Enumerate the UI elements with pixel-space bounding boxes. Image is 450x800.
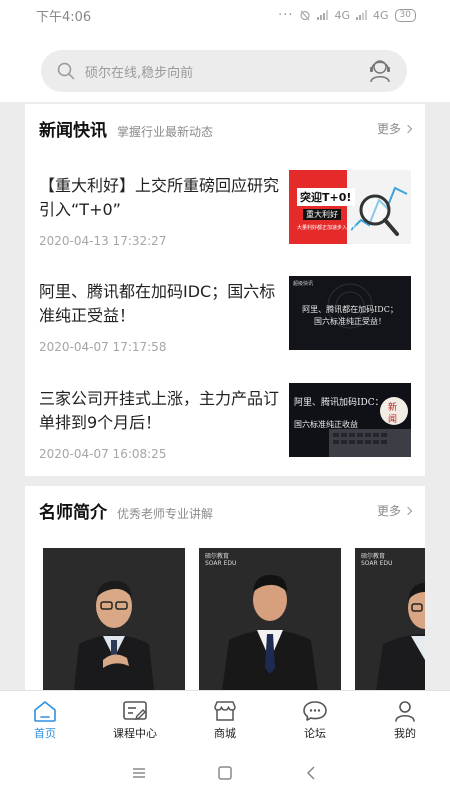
- chevron-right-icon: [403, 124, 413, 133]
- brand-logo-cn: 硕尔教育: [361, 553, 386, 560]
- teacher-subtitle: 优秀老师专业讲解: [117, 507, 214, 521]
- course-icon: [123, 701, 147, 721]
- nav-courses[interactable]: 课程中心: [90, 691, 180, 746]
- nav-label: 论坛: [304, 727, 326, 740]
- signal-icon-1: [317, 10, 329, 20]
- news-more-label: 更多: [376, 122, 401, 136]
- bottom-nav: 首页 课程中心 商城 论坛 我的: [0, 690, 450, 746]
- menu-icon[interactable]: [131, 766, 147, 780]
- thumb-text: 大量利好都正加速步入增长: [297, 225, 358, 231]
- thumb-text: 阿里、腾讯都在加码IDC；: [302, 305, 398, 314]
- chat-bubble-icon: [303, 701, 327, 721]
- status-icons: ··· 4G 4G 30: [278, 8, 416, 23]
- nav-label: 首页: [34, 727, 56, 740]
- news-item-title: 【重大利好】上交所重磅回应研究引入“T+0”: [39, 176, 280, 219]
- nav-profile[interactable]: 我的: [360, 691, 450, 746]
- news-subtitle: 掌握行业最新动态: [117, 125, 214, 139]
- news-item[interactable]: 阿里、腾讯都在加码IDC；国六标准纯正受益！ 2020-04-07 17:17:…: [39, 276, 411, 380]
- news-section: 新闻快讯 掌握行业最新动态 更多 【重大利好】上交所重磅回应研究引入“T+0” …: [25, 104, 425, 476]
- teacher-more-link[interactable]: 更多: [376, 502, 413, 519]
- user-icon: [395, 701, 415, 722]
- customer-service-icon[interactable]: [365, 56, 395, 86]
- status-time: 下午4:06: [36, 9, 92, 25]
- teacher-more-label: 更多: [376, 504, 401, 518]
- news-thumbnail: 阿里、腾讯加码IDC： 国六标准纯正收益 新 闻: [289, 383, 411, 457]
- teacher-title: 名师简介: [39, 503, 107, 523]
- news-item[interactable]: 三家公司开挂式上涨，主力产品订单排到9个月后！ 2020-04-07 16:08…: [39, 383, 411, 487]
- chevron-right-icon: [403, 506, 413, 515]
- alarm-icon: [300, 10, 311, 21]
- nav-forum[interactable]: 论坛: [270, 691, 360, 746]
- battery-icon: 30: [394, 8, 416, 22]
- brand-logo-en: SOAR EDU: [361, 560, 393, 567]
- news-item-date: 2020-04-07 16:08:25: [39, 447, 167, 461]
- teacher-photo: [355, 548, 425, 690]
- signal-icon-2: [356, 10, 368, 20]
- search-icon: [57, 62, 75, 80]
- teacher-card[interactable]: 硕尔教育 SOAR EDU: [43, 548, 185, 690]
- brand-logo: 硕尔教育 SOAR EDU: [361, 553, 392, 567]
- news-thumbnail: 突迎T+0! 重大利好 大量利好都正加速步入增长: [289, 170, 411, 244]
- teacher-card[interactable]: 硕尔教育 SOAR EDU: [199, 548, 341, 690]
- network-label-1: 4G: [334, 8, 351, 22]
- news-item-title: 阿里、腾讯都在加码IDC；国六标准纯正受益！: [39, 282, 276, 325]
- back-icon[interactable]: [303, 765, 319, 781]
- more-dots-icon: ···: [278, 7, 294, 23]
- brand-logo: 硕尔教育 SOAR EDU: [205, 553, 236, 567]
- nav-label: 商城: [214, 727, 236, 740]
- news-more-link[interactable]: 更多: [376, 120, 413, 137]
- brand-logo-en: SOAR EDU: [205, 560, 237, 567]
- home-square-icon[interactable]: [217, 765, 233, 781]
- teacher-header: 名师简介 优秀老师专业讲解: [39, 498, 213, 523]
- brand-logo-cn: 硕尔教育: [205, 553, 230, 560]
- network-label-2: 4G: [373, 8, 389, 22]
- thumb-text: 超级快讯: [293, 281, 314, 287]
- thumb-seal: 闻: [388, 415, 398, 425]
- nav-label: 我的: [394, 727, 416, 740]
- nav-home[interactable]: 首页: [0, 691, 90, 746]
- teacher-photo: [43, 548, 185, 690]
- thumb-text: 突迎T+0!: [300, 191, 352, 204]
- status-bar: 下午4:06 ··· 4G 4G 30: [0, 0, 450, 30]
- search-input[interactable]: 硕尔在线,稳步向前: [41, 50, 407, 92]
- thumb-text: 重大利好: [303, 209, 341, 220]
- news-item-date: 2020-04-07 17:17:58: [39, 340, 167, 354]
- search-header: 硕尔在线,稳步向前: [0, 30, 450, 102]
- news-header: 新闻快讯 掌握行业最新动态: [39, 116, 213, 141]
- news-item-title: 三家公司开挂式上涨，主力产品订单排到9个月后！: [39, 389, 280, 432]
- thumb-text: 阿里、腾讯加码IDC：: [294, 398, 384, 408]
- teacher-section: 名师简介 优秀老师专业讲解 更多 硕尔教育 SOAR EDU 硕尔教育 SOAR…: [25, 486, 425, 690]
- search-placeholder: 硕尔在线,稳步向前: [85, 65, 194, 81]
- thumb-text: 国六标准纯正受益！: [314, 317, 386, 326]
- news-thumbnail: 超级快讯 阿里、腾讯都在加码IDC； 国六标准纯正受益！: [289, 276, 411, 350]
- system-nav-bar: [0, 746, 450, 800]
- teacher-card[interactable]: 硕尔教育 SOAR EDU: [355, 548, 425, 690]
- news-item-date: 2020-04-13 17:32:27: [39, 234, 167, 248]
- store-icon: [214, 701, 236, 721]
- teacher-photo: [199, 548, 341, 690]
- nav-mall[interactable]: 商城: [180, 691, 270, 746]
- news-item[interactable]: 【重大利好】上交所重磅回应研究引入“T+0” 2020-04-13 17:32:…: [39, 170, 411, 274]
- home-icon: [34, 701, 56, 722]
- news-title: 新闻快讯: [39, 121, 107, 141]
- thumb-text: 国六标准纯正收益: [294, 420, 358, 429]
- nav-label: 课程中心: [113, 727, 157, 740]
